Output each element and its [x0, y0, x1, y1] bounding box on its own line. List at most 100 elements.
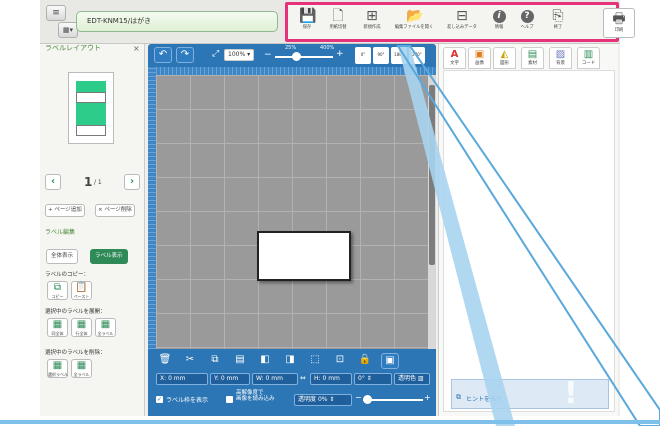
copy-object-icon[interactable]: ⧉ [206, 353, 224, 369]
opacity-slider[interactable] [363, 395, 423, 404]
bring-front-icon[interactable]: ◧ [256, 353, 274, 369]
help-button[interactable]: ? ヘルプ [512, 8, 542, 40]
document-name-field[interactable]: EDT-KNM15/はがき [76, 11, 278, 32]
tab-text[interactable]: A 文字 [443, 47, 466, 69]
expand-row-button[interactable]: ▦ 行全体 [71, 318, 92, 337]
zoom-select[interactable]: 100% ▾ [224, 49, 255, 61]
cut-icon[interactable]: ✂ [181, 353, 199, 369]
rotate-90-button[interactable]: 90° [373, 47, 389, 64]
expand-all-button[interactable]: ▦ 同全体 [47, 318, 68, 337]
y-position-field[interactable]: Y: 0 mm [210, 373, 250, 385]
design-area[interactable] [156, 75, 428, 349]
h-value: 0 mm [322, 375, 340, 382]
rotate-270-button[interactable]: 270° [409, 47, 425, 64]
save-label: 保存 [302, 25, 312, 30]
save-icon: 💾 [299, 8, 317, 24]
main-toolbar: 💾 保存 🗋 用紙切替 ⊞ 新規作成 📂 編集ファイルを開く ⊟ 差し込みデータ… [285, 2, 635, 42]
grid-icon: ▦ [100, 319, 111, 330]
grid-icon: ▦ [52, 319, 63, 330]
chevron-right-icon: › [129, 176, 135, 187]
delete-all-label: 全ラベル [73, 372, 90, 377]
tab-material[interactable]: ▤ 素材 [521, 47, 544, 69]
delete-selected-label: 選択ラベル [48, 372, 68, 377]
shape-icon: ◭ [500, 49, 509, 60]
tab-code[interactable]: ▥ コード [577, 47, 600, 69]
zoom-slider[interactable] [275, 52, 333, 61]
menu-button[interactable]: ≡ [46, 5, 66, 21]
lock-icon[interactable]: 🔒 [356, 353, 374, 369]
open-file-icon: 📂 [406, 8, 424, 24]
group-icon[interactable]: ⬚ [306, 353, 324, 369]
scrollbar-thumb[interactable] [429, 85, 435, 265]
open-file-button[interactable]: 📂 編集ファイルを開く [388, 8, 440, 40]
show-frame-checkbox[interactable]: ✓ [156, 396, 163, 403]
expand-row-label: 行全体 [75, 331, 88, 336]
rotate-180-button[interactable]: 180° [391, 47, 407, 64]
link-icon[interactable]: ⇔ [300, 374, 306, 382]
y-label: Y: [214, 375, 219, 382]
show-label-button[interactable]: ラベル表示 [90, 249, 128, 264]
merge-data-button[interactable]: ⊟ 差し込みデータ [440, 8, 484, 40]
print-button[interactable]: 🖶 印刷 [603, 8, 635, 38]
opacity-minus-icon[interactable]: − [355, 393, 362, 402]
show-all-button[interactable]: 全体表示 [46, 249, 79, 264]
info-button[interactable]: i 情報 [486, 8, 512, 40]
paper-switch-button[interactable]: 🗋 用紙切替 [320, 8, 356, 40]
rotate-0-button[interactable]: 0° [355, 47, 371, 64]
zoom-min-label: 25% [285, 45, 297, 51]
angle-value: 0° [358, 375, 365, 382]
zoom-slider-handle[interactable] [292, 52, 301, 61]
opacity-field[interactable]: 透明度 0% ⇕ [294, 394, 352, 406]
tab-background[interactable]: ▨ 背景 [549, 47, 572, 69]
opacity-slider-handle[interactable] [363, 395, 372, 404]
new-file-button[interactable]: ⊞ 新規作成 [356, 8, 388, 40]
expand-all-labels-button[interactable]: ▦ 全ラベル [95, 318, 116, 337]
transparent-color-field[interactable]: 透明色 ▥ [394, 373, 430, 385]
copy-button[interactable]: ⧉ コピー [47, 281, 68, 300]
angle-field[interactable]: 0° ⇕ [354, 373, 392, 385]
exit-button[interactable]: ⎘ 終了 [544, 8, 572, 40]
delete-page-button[interactable]: × ページ削除 [95, 204, 135, 217]
tab-shape[interactable]: ◭ 図形 [493, 47, 516, 69]
x-value: 0 mm [168, 375, 186, 382]
label-canvas[interactable] [257, 231, 351, 281]
next-page-button[interactable]: › [124, 174, 140, 190]
zoom-out-icon[interactable]: − [264, 50, 272, 60]
open-file-label: 編集ファイルを開く [394, 25, 434, 30]
send-back-icon[interactable]: ◨ [281, 353, 299, 369]
tab-background-label: 背景 [556, 61, 565, 66]
align-icon[interactable]: ⊡ [331, 353, 349, 369]
delete-all-button[interactable]: ▦ 全ラベル [71, 359, 92, 378]
hint-box[interactable]: ⧉ ヒントを表示 ! [451, 376, 609, 411]
help-label: ヘルプ [520, 25, 534, 30]
expand-all-label: 同全体 [51, 331, 64, 336]
add-page-button[interactable]: + ページ追加 [45, 204, 85, 217]
zoom-in-icon[interactable]: + [336, 49, 344, 59]
merge-data-label: 差し込みデータ [447, 25, 477, 30]
grid-icon: ▦ [52, 360, 63, 371]
tab-image[interactable]: ▣ 画像 [468, 47, 491, 69]
barcode-icon: ▥ [583, 49, 594, 60]
fit-icon[interactable]: ⤢ [212, 49, 219, 59]
undo-button[interactable]: ↶ [154, 47, 172, 63]
width-field[interactable]: W: 0 mm [252, 373, 298, 385]
paste-button[interactable]: 📋 ペースト [71, 281, 92, 300]
layout-thumbnail[interactable] [68, 72, 114, 144]
redo-button[interactable]: ↷ [176, 47, 194, 63]
height-field[interactable]: H: 0 mm [310, 373, 352, 385]
grid-menu-button[interactable]: ▦▾ [58, 22, 78, 38]
thumb-label-1 [76, 81, 106, 92]
vertical-scrollbar[interactable] [428, 75, 436, 349]
hires-checkbox[interactable] [226, 396, 233, 403]
opacity-plus-icon[interactable]: + [424, 393, 431, 402]
new-file-label: 新規作成 [363, 25, 381, 30]
save-button[interactable]: 💾 保存 [294, 8, 320, 40]
delete-selected-button[interactable]: ▦ 選択ラベル [47, 359, 68, 378]
x-position-field[interactable]: X: 0 mm [156, 373, 208, 385]
prev-page-button[interactable]: ‹ [45, 174, 61, 190]
close-icon[interactable]: × [133, 44, 140, 53]
paste-object-icon[interactable]: ▤ [231, 353, 249, 369]
undo-icon: ↶ [158, 49, 168, 60]
properties-icon[interactable]: ▣ [381, 353, 399, 369]
trash-icon[interactable]: 🗑 [156, 353, 174, 369]
